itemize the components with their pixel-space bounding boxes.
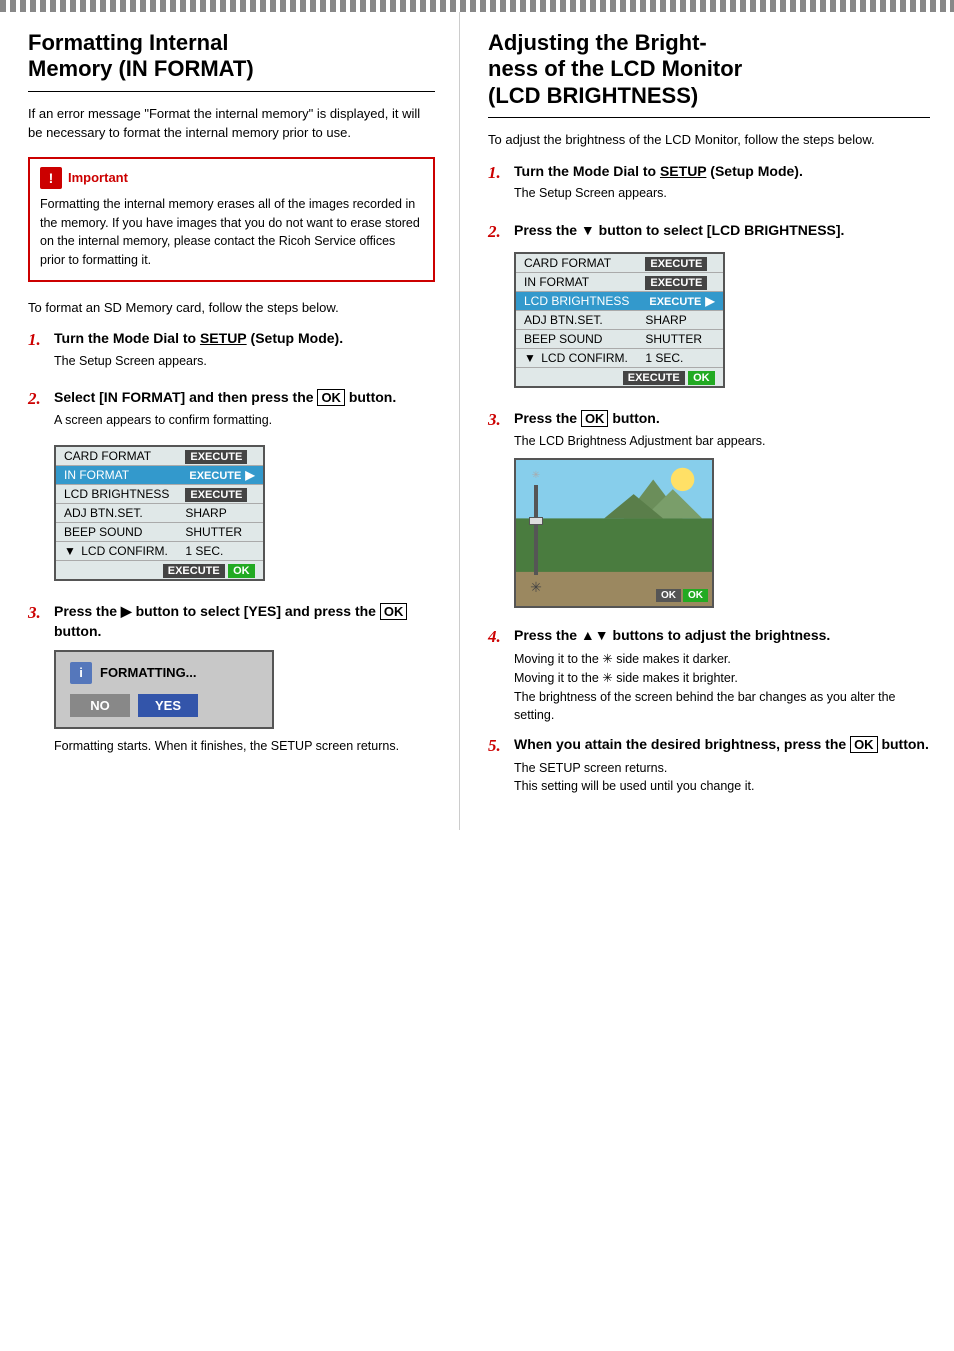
table-row: ADJ BTN.SET. SHARP (55, 504, 264, 523)
right-step-3-number: 3. (488, 409, 510, 431)
right-step-3-sub: The LCD Brightness Adjustment bar appear… (514, 433, 930, 451)
left-menu-table-inner: CARD FORMAT EXECUTE IN FORMAT EXECUTE▶ L… (54, 445, 265, 581)
right-title: Adjusting the Bright- ness of the LCD Mo… (488, 30, 930, 109)
right-step-5-content: When you attain the desired brightness, … (514, 735, 930, 796)
right-step-5-number: 5. (488, 735, 510, 757)
table-row: IN FORMAT EXECUTE (515, 273, 724, 292)
right-menu-table: CARD FORMAT EXECUTE IN FORMAT EXECUTE LC… (514, 252, 725, 388)
right-step-4-title: Press the ▲▼ buttons to adjust the brigh… (514, 626, 930, 646)
table-row: IN FORMAT EXECUTE▶ (55, 466, 264, 485)
right-step-3-content: Press the OK button. The LCD Brightness … (514, 409, 930, 616)
important-box: ! Important Formatting the internal memo… (28, 157, 435, 282)
left-step-2: 2. Select [IN FORMAT] and then press the… (28, 388, 435, 592)
left-step-1-number: 1. (28, 329, 50, 351)
left-step-1: 1. Turn the Mode Dial to SETUP (Setup Mo… (28, 329, 435, 378)
important-icon: ! (40, 167, 62, 189)
table-row: EXECUTE OK (515, 368, 724, 388)
table-row: ▼ LCD CONFIRM. 1 SEC. (515, 349, 724, 368)
main-layout: Formatting Internal Memory (IN FORMAT) I… (0, 12, 954, 830)
left-step-2-sub: A screen appears to confirm formatting. (54, 412, 435, 430)
right-step-4-sub: Moving it to the ✳ side makes it darker.… (514, 650, 930, 725)
table-row: ▼ LCD CONFIRM. 1 SEC. (55, 542, 264, 561)
important-label: Important (68, 170, 128, 185)
right-column: Adjusting the Bright- ness of the LCD Mo… (460, 12, 954, 830)
right-step-4-content: Press the ▲▼ buttons to adjust the brigh… (514, 626, 930, 725)
right-step-5: 5. When you attain the desired brightnes… (488, 735, 930, 796)
table-row: BEEP SOUND SHUTTER (55, 523, 264, 542)
slider-top-icon: ✳ (532, 470, 540, 481)
right-step-5-sub: The SETUP screen returns. This setting w… (514, 759, 930, 797)
top-decorative-border (0, 0, 954, 12)
yes-button[interactable]: YES (138, 694, 198, 717)
formatting-buttons: NO YES (70, 694, 258, 717)
formatting-icon: i (70, 662, 92, 684)
right-intro: To adjust the brightness of the LCD Moni… (488, 130, 930, 150)
lcd-ok-label: OK (656, 589, 681, 602)
right-step-2-number: 2. (488, 221, 510, 243)
formatting-label: FORMATTING... (100, 665, 197, 680)
no-button[interactable]: NO (70, 694, 130, 717)
left-step-3: 3. Press the ▶ button to select [YES] an… (28, 602, 435, 755)
left-step-2-content: Select [IN FORMAT] and then press the OK… (54, 388, 435, 592)
table-row: ADJ BTN.SET. SHARP (515, 311, 724, 330)
left-step-1-content: Turn the Mode Dial to SETUP (Setup Mode)… (54, 329, 435, 378)
right-step-1-number: 1. (488, 162, 510, 184)
left-step-2-number: 2. (28, 388, 50, 410)
lcd-ok-buttons: OK OK (656, 589, 708, 602)
right-step-2-title: Press the ▼ button to select [LCD BRIGHT… (514, 221, 930, 241)
right-step-4: 4. Press the ▲▼ buttons to adjust the br… (488, 626, 930, 725)
important-body-text: Formatting the internal memory erases al… (40, 195, 423, 270)
lcd-ok-green: OK (683, 589, 708, 602)
left-step-3-content: Press the ▶ button to select [YES] and p… (54, 602, 435, 755)
right-step-1-content: Turn the Mode Dial to SETUP (Setup Mode)… (514, 162, 930, 211)
left-step-3-number: 3. (28, 602, 50, 624)
table-row: EXECUTE OK (55, 561, 264, 581)
section-divider-right (488, 117, 930, 118)
left-step-3-title: Press the ▶ button to select [YES] and p… (54, 602, 435, 641)
sd-intro-text: To format an SD Memory card, follow the … (28, 298, 435, 318)
section-divider-left (28, 91, 435, 92)
left-column: Formatting Internal Memory (IN FORMAT) I… (0, 12, 460, 830)
table-row: CARD FORMAT EXECUTE (515, 253, 724, 273)
right-step-4-number: 4. (488, 626, 510, 648)
lcd-brightness-image: ✳ ✳ OK OK (514, 458, 714, 608)
slider-bottom-icon: ✳ (530, 579, 542, 596)
table-row: LCD BRIGHTNESS EXECUTE (55, 485, 264, 504)
right-menu-table-inner: CARD FORMAT EXECUTE IN FORMAT EXECUTE LC… (514, 252, 725, 388)
left-step-2-title: Select [IN FORMAT] and then press the OK… (54, 388, 435, 408)
formatting-dialog: i FORMATTING... NO YES (54, 650, 274, 729)
right-step-1: 1. Turn the Mode Dial to SETUP (Setup Mo… (488, 162, 930, 211)
right-step-1-sub: The Setup Screen appears. (514, 185, 930, 203)
right-step-3-title: Press the OK button. (514, 409, 930, 429)
right-step-2-content: Press the ▼ button to select [LCD BRIGHT… (514, 221, 930, 400)
slider-handle (529, 517, 543, 525)
left-title: Formatting Internal Memory (IN FORMAT) (28, 30, 435, 83)
right-step-5-title: When you attain the desired brightness, … (514, 735, 930, 755)
left-step-1-title: Turn the Mode Dial to SETUP (Setup Mode)… (54, 329, 435, 349)
brightness-slider: ✳ ✳ (526, 470, 546, 596)
table-row: BEEP SOUND SHUTTER (515, 330, 724, 349)
slider-track (534, 485, 538, 575)
right-step-1-title: Turn the Mode Dial to SETUP (Setup Mode)… (514, 162, 930, 182)
formatting-dialog-header: i FORMATTING... (70, 662, 258, 684)
table-row: CARD FORMAT EXECUTE (55, 446, 264, 466)
table-row: LCD BRIGHTNESS EXECUTE▶ (515, 292, 724, 311)
important-header: ! Important (40, 167, 423, 189)
format-start-text: Formatting starts. When it finishes, the… (54, 737, 435, 756)
right-step-2: 2. Press the ▼ button to select [LCD BRI… (488, 221, 930, 400)
left-step-1-sub: The Setup Screen appears. (54, 353, 435, 371)
right-step-3: 3. Press the OK button. The LCD Brightne… (488, 409, 930, 616)
left-menu-table: CARD FORMAT EXECUTE IN FORMAT EXECUTE▶ L… (54, 445, 265, 581)
left-intro-text: If an error message "Format the internal… (28, 104, 435, 143)
